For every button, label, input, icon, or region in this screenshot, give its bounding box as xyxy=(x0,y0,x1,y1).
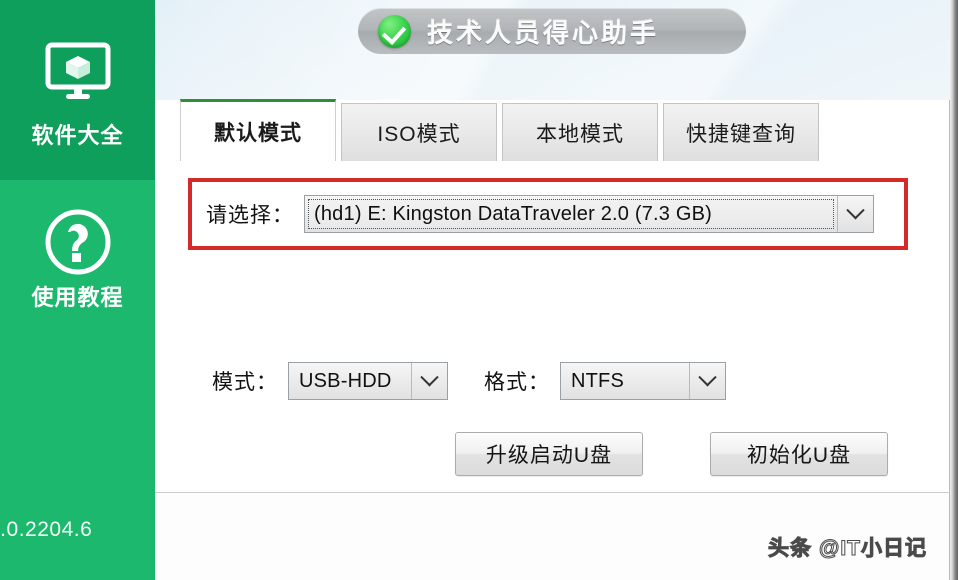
chevron-down-icon xyxy=(698,367,717,386)
device-select-value: (hd1) E: Kingston DataTraveler 2.0 (7.3 … xyxy=(314,202,713,225)
tab-default-mode[interactable]: 默认模式 xyxy=(180,99,336,161)
device-select-arrow[interactable] xyxy=(837,196,873,232)
format-dropdown[interactable]: NTFS xyxy=(560,362,726,400)
initialize-usb-label: 初始化U盘 xyxy=(746,444,852,467)
app-title-bar: 技术人员得心助手 xyxy=(358,8,746,54)
mode-dropdown-arrow[interactable] xyxy=(411,363,447,399)
chevron-down-icon xyxy=(846,200,865,219)
device-select-value-box: (hd1) E: Kingston DataTraveler 2.0 (7.3 … xyxy=(308,199,834,229)
tab-hotkey-query[interactable]: 快捷键查询 xyxy=(663,103,819,161)
status-bar: 头条 @IT小日记 xyxy=(155,493,950,580)
chevron-down-icon xyxy=(420,367,439,386)
device-select-label: 请选择： xyxy=(206,204,294,227)
tab-local-mode-label: 本地模式 xyxy=(536,122,624,146)
question-mark-icon xyxy=(40,208,116,275)
tab-iso-mode-label: ISO模式 xyxy=(377,122,461,146)
format-label: 格式： xyxy=(484,371,550,394)
sidebar: 软件大全 使用教程 6.0.2204.6 xyxy=(0,0,155,580)
upgrade-boot-usb-label: 升级启动U盘 xyxy=(485,444,613,467)
sidebar-item-software-label: 软件大全 xyxy=(31,123,124,148)
format-dropdown-arrow[interactable] xyxy=(689,363,725,399)
tab-hotkey-query-label: 快捷键查询 xyxy=(686,122,796,146)
page-title: 技术人员得心助手 xyxy=(427,17,660,48)
mode-dropdown[interactable]: USB-HDD xyxy=(288,362,448,400)
mode-value-box: USB-HDD xyxy=(289,363,411,399)
check-circle-icon xyxy=(378,14,411,48)
upgrade-boot-usb-button[interactable]: 升级启动U盘 xyxy=(455,432,643,476)
watermark: 头条 @IT小日记 xyxy=(768,537,927,561)
version-label: 6.0.2204.6 xyxy=(0,518,93,541)
mode-value: USB-HDD xyxy=(299,369,392,392)
initialize-usb-button[interactable]: 初始化U盘 xyxy=(710,432,888,476)
sidebar-footer: 6.0.2204.6 xyxy=(0,345,155,580)
sidebar-item-software[interactable]: 软件大全 xyxy=(0,0,155,180)
screen-edge xyxy=(950,0,958,580)
main-panel: 默认模式 ISO模式 本地模式 快捷键查询 请选择： (hd1) E: King… xyxy=(155,99,950,554)
sidebar-item-tutorial[interactable]: 使用教程 xyxy=(0,180,155,345)
device-select-dropdown[interactable]: (hd1) E: Kingston DataTraveler 2.0 (7.3 … xyxy=(304,195,874,233)
tab-iso-mode[interactable]: ISO模式 xyxy=(341,103,497,161)
sidebar-item-tutorial-label: 使用教程 xyxy=(31,285,124,310)
format-value-box: NTFS xyxy=(561,363,689,399)
mode-format-row: 模式： USB-HDD 格式： NTFS xyxy=(212,362,726,400)
tab-default-mode-label: 默认模式 xyxy=(214,121,302,145)
monitor-box-icon xyxy=(40,42,116,104)
tab-local-mode[interactable]: 本地模式 xyxy=(502,103,658,161)
mode-label: 模式： xyxy=(212,371,278,394)
format-value: NTFS xyxy=(571,369,625,392)
device-selection-highlight: 请选择： (hd1) E: Kingston DataTraveler 2.0 … xyxy=(188,178,908,250)
tab-bar: 默认模式 ISO模式 本地模式 快捷键查询 xyxy=(155,99,824,161)
